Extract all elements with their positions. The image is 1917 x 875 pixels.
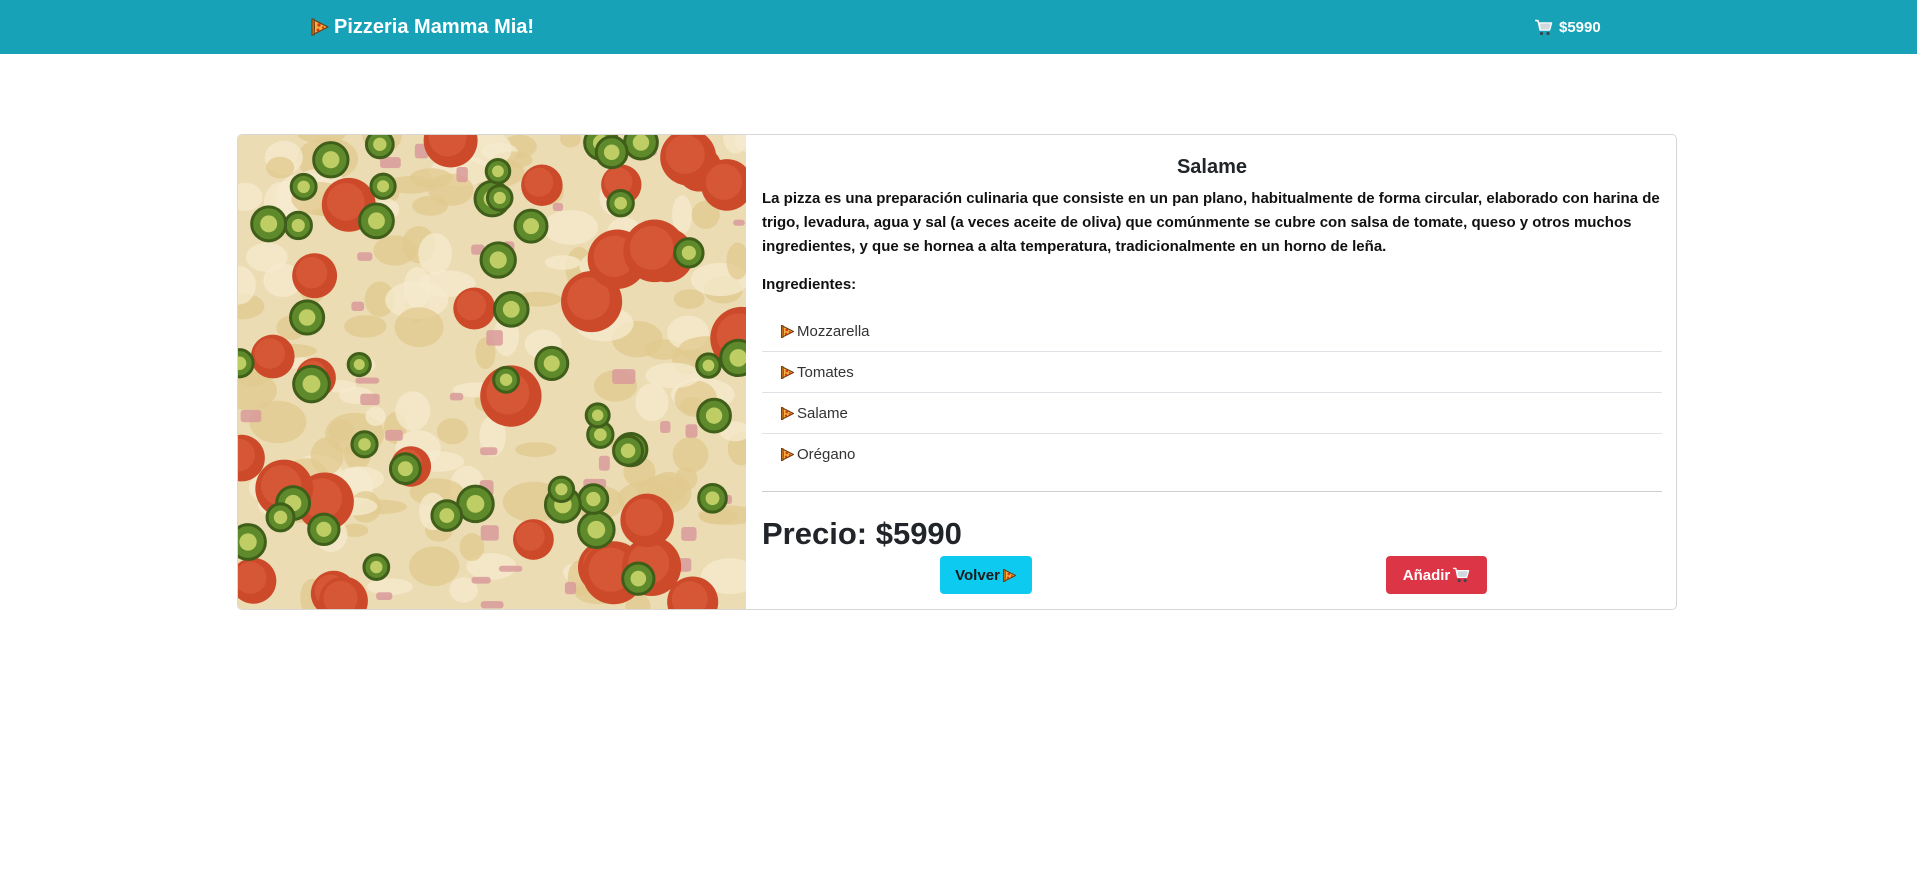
pizza-price: Precio: $5990: [762, 516, 962, 551]
pizza-detail-body: Salame La pizza es una preparación culin…: [762, 135, 1662, 609]
add-to-cart-button[interactable]: Añadir: [1386, 556, 1487, 594]
ingredient-item: Salame: [762, 393, 1662, 434]
ingredient-item: Mozzarella: [762, 311, 1662, 352]
ingredients-title: Ingredientes:: [762, 276, 857, 293]
add-button-label: Añadir: [1402, 566, 1451, 584]
top-navbar: Pizzeria Mamma Mia! $5990: [0, 0, 1917, 54]
pizza-slice-icon: [310, 17, 330, 37]
ingredient-label: Mozzarella: [797, 322, 870, 340]
ingredient-label: Tomates: [797, 363, 854, 381]
ingredient-list: Mozzarella Tomates Salame Orégano: [762, 311, 1662, 475]
pizza-slice-icon: [780, 324, 795, 339]
brand-name: Pizzeria Mamma Mia!: [334, 16, 535, 38]
cart-icon: [1452, 567, 1470, 583]
pizza-slice-icon: [780, 406, 795, 421]
cart-total-link[interactable]: $5990: [1534, 15, 1601, 39]
pizza-slice-icon: [780, 365, 795, 380]
ingredient-item: Tomates: [762, 352, 1662, 393]
pizza-slice-icon: [1002, 568, 1017, 583]
ingredient-label: Salame: [797, 404, 848, 422]
back-button[interactable]: Volver: [940, 556, 1032, 594]
pizza-name: Salame: [1176, 156, 1248, 178]
cart-total-amount: $5990: [1559, 18, 1601, 36]
pizza-description: La pizza es una preparación culinaria qu…: [762, 190, 1660, 255]
cart-icon: [1534, 19, 1553, 36]
pizza-slice-icon: [780, 447, 795, 462]
ingredient-label: Orégano: [797, 446, 856, 463]
pizza-detail-card: Salame La pizza es una preparación culin…: [237, 134, 1677, 610]
pizza-photo: [238, 135, 746, 609]
back-button-label: Volver: [955, 566, 1000, 584]
brand-link[interactable]: Pizzeria Mamma Mia!: [310, 13, 534, 41]
ingredient-item: Orégano: [762, 434, 1662, 475]
price-divider: [762, 491, 1662, 492]
